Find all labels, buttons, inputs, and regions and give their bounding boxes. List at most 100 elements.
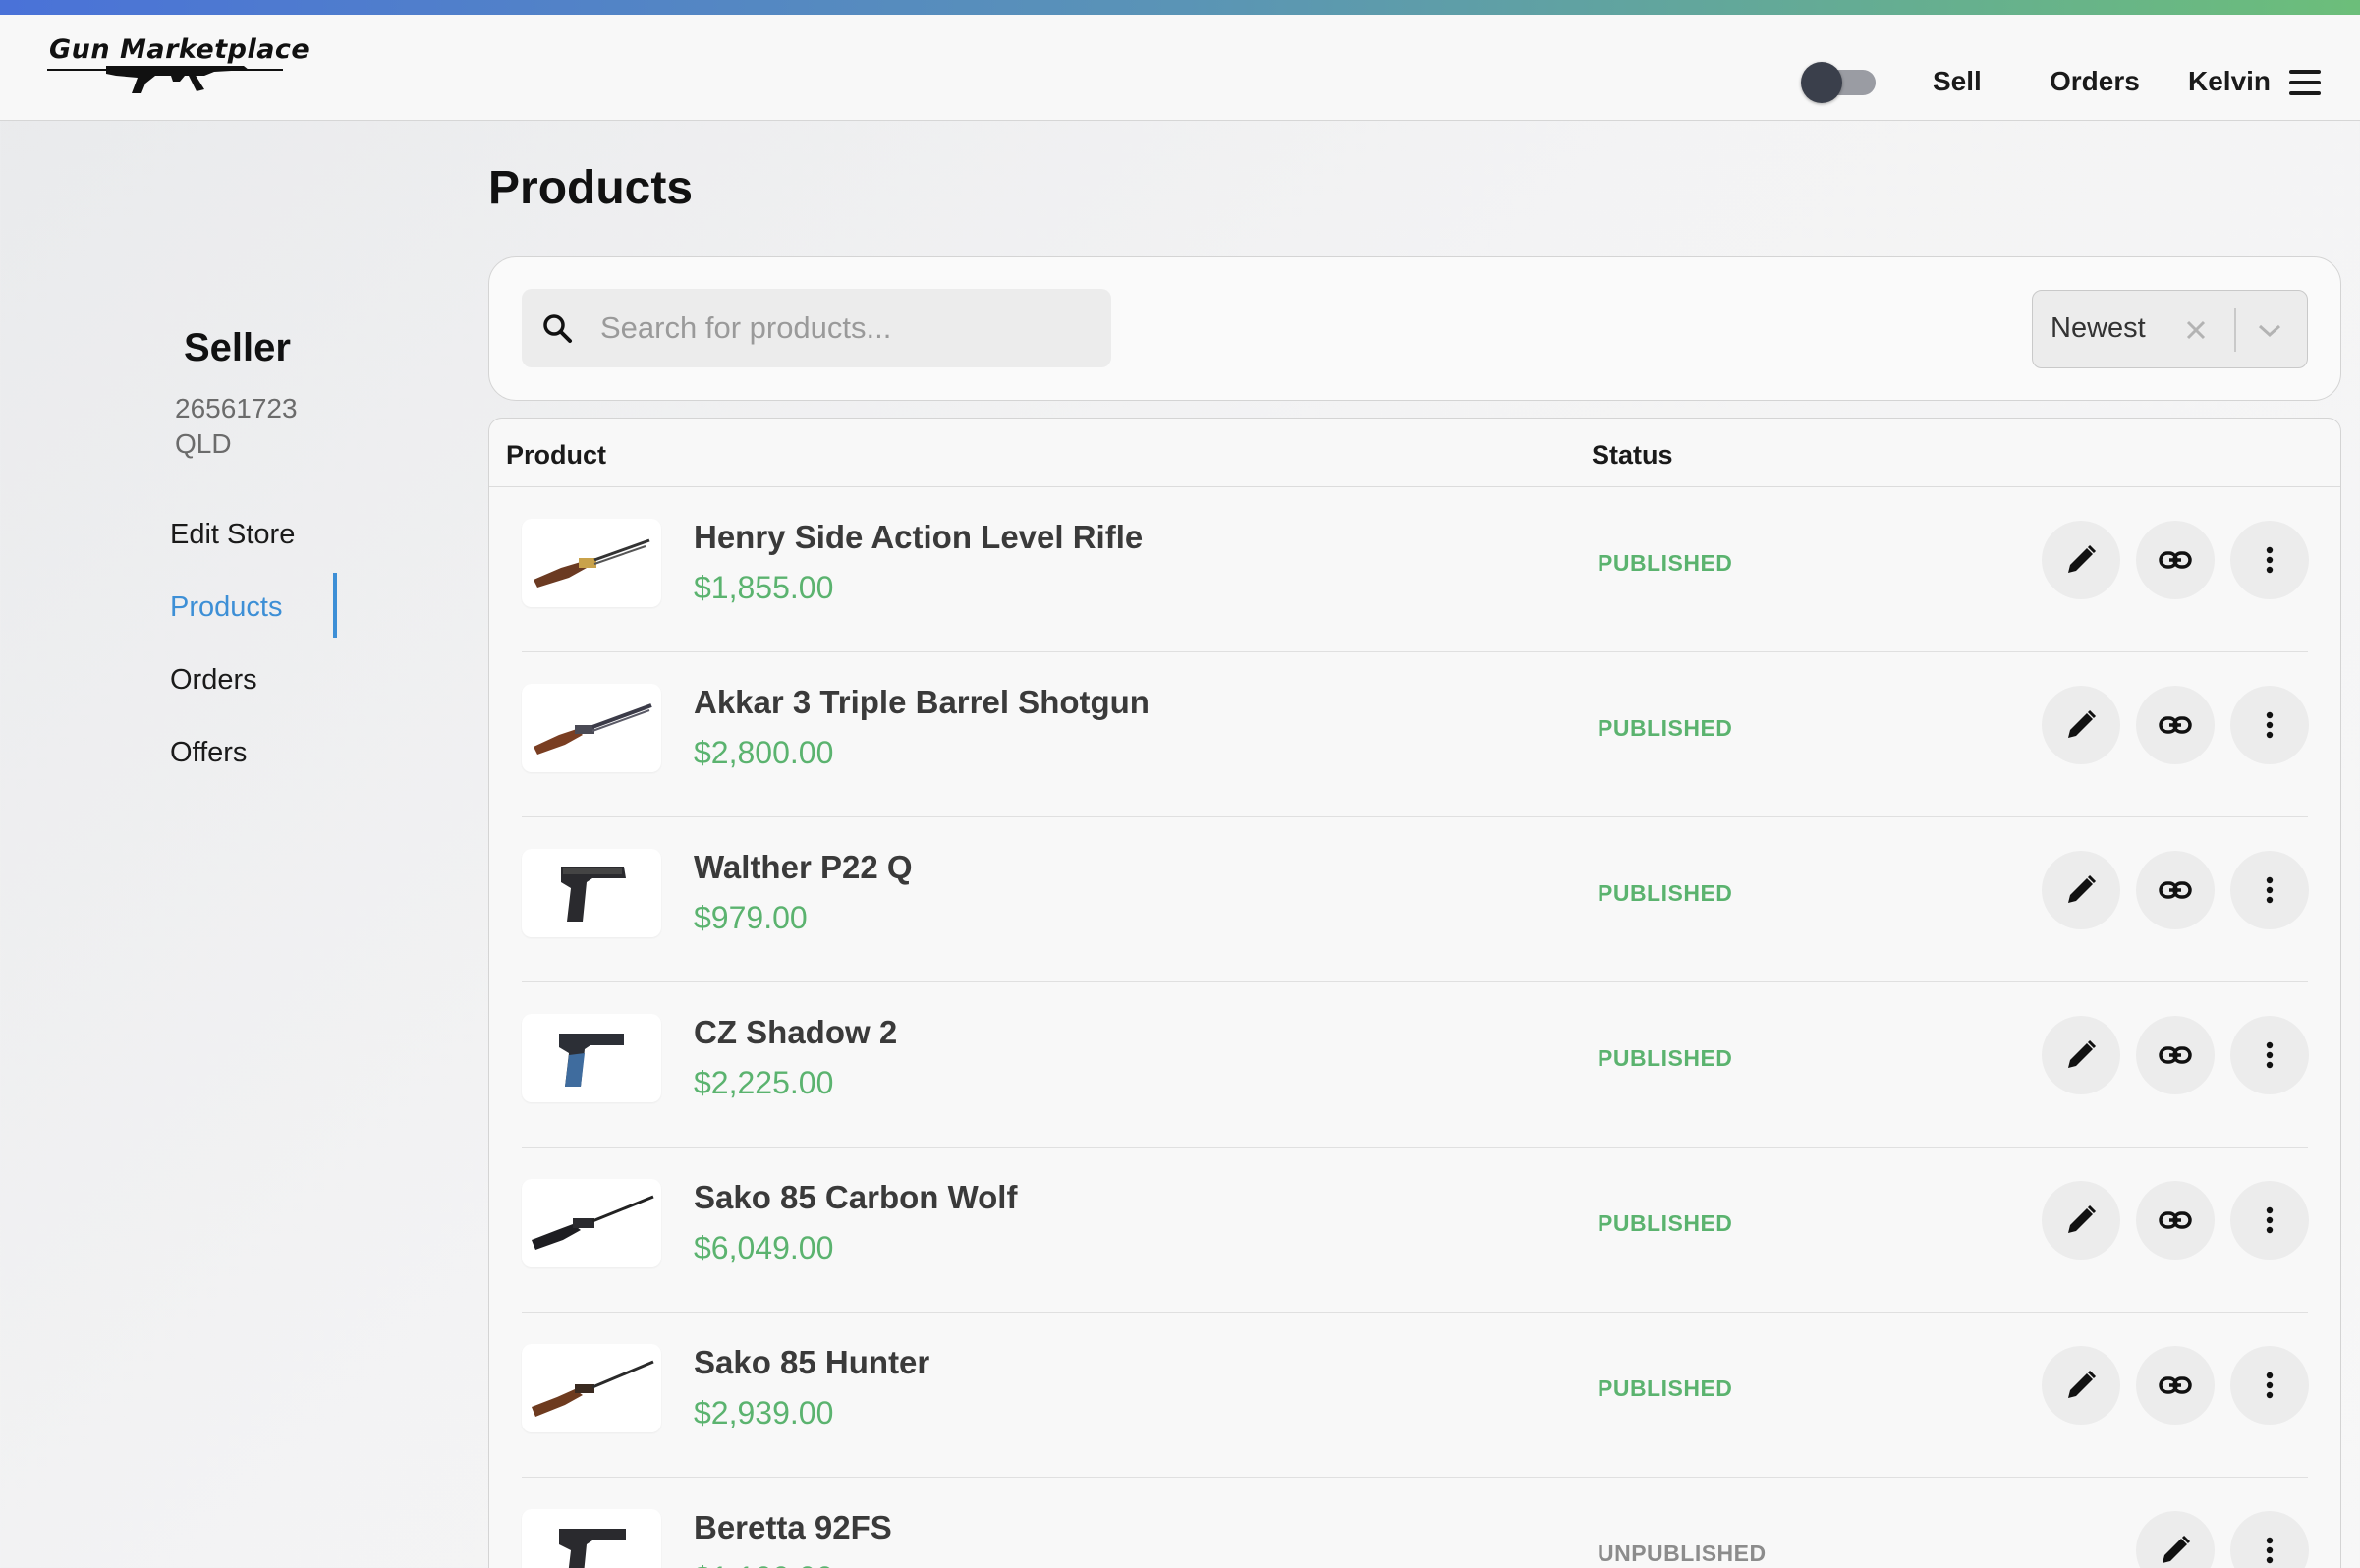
more-vertical-icon [2266, 711, 2274, 739]
copy-link-button[interactable] [2136, 1016, 2215, 1094]
link-icon [2159, 716, 2192, 734]
more-vertical-icon [2266, 1372, 2274, 1399]
pencil-icon [2068, 1370, 2097, 1398]
search-input[interactable] [600, 305, 1092, 352]
product-thumbnail[interactable] [522, 849, 661, 937]
more-options-button[interactable] [2230, 851, 2309, 929]
product-price: $1,100.00 [694, 1560, 833, 1568]
table-row: CZ Shadow 2 $2,225.00 PUBLISHED [489, 982, 2340, 1148]
sidebar-active-indicator [333, 573, 337, 638]
more-vertical-icon [2266, 1041, 2274, 1069]
sidebar-item-orders[interactable]: Orders [170, 664, 257, 697]
sort-select[interactable]: Newest [2032, 290, 2308, 368]
toggle-knob [1801, 62, 1842, 103]
product-price: $1,855.00 [694, 570, 834, 605]
more-vertical-icon [2266, 1206, 2274, 1234]
column-header-status: Status [1592, 440, 1673, 470]
more-vertical-icon [2266, 876, 2274, 904]
seller-id: 26561723 [175, 393, 298, 423]
nav-sell[interactable]: Sell [1933, 64, 1982, 99]
seller-state: QLD [175, 428, 232, 459]
more-vertical-icon [2266, 546, 2274, 574]
chevron-down-icon[interactable] [2255, 318, 2284, 342]
more-vertical-icon [2266, 1537, 2274, 1564]
status-badge: PUBLISHED [1598, 550, 1733, 576]
select-divider [2234, 308, 2236, 352]
copy-link-button[interactable] [2136, 686, 2215, 764]
more-options-button[interactable] [2230, 1016, 2309, 1094]
nav-orders[interactable]: Orders [2050, 64, 2140, 99]
product-thumbnail[interactable] [522, 1014, 661, 1102]
table-row: Henry Side Action Level Rifle $1,855.00 … [489, 487, 2340, 652]
product-name[interactable]: Sako 85 Hunter [694, 1344, 929, 1381]
sidebar-item-offers[interactable]: Offers [170, 737, 247, 769]
more-options-button[interactable] [2230, 521, 2309, 599]
copy-link-button[interactable] [2136, 1346, 2215, 1425]
product-price: $6,049.00 [694, 1230, 834, 1265]
dark-mode-toggle[interactable] [1801, 62, 1878, 103]
edit-button[interactable] [2042, 521, 2120, 599]
pencil-icon [2068, 709, 2097, 738]
nav-user[interactable]: Kelvin [2188, 64, 2271, 99]
sidebar-item-products[interactable]: Products [170, 591, 282, 624]
pencil-icon [2068, 874, 2097, 903]
link-icon [2159, 1046, 2192, 1064]
edit-button[interactable] [2042, 1181, 2120, 1260]
product-thumbnail[interactable] [522, 684, 661, 772]
edit-button[interactable] [2136, 1511, 2215, 1568]
status-badge: PUBLISHED [1598, 715, 1733, 741]
edit-button[interactable] [2042, 851, 2120, 929]
column-header-product: Product [506, 440, 607, 470]
product-name[interactable]: Walther P22 Q [694, 849, 913, 886]
hamburger-menu-icon[interactable] [2289, 70, 2321, 95]
product-name[interactable]: Akkar 3 Triple Barrel Shotgun [694, 684, 1150, 721]
more-options-button[interactable] [2230, 1181, 2309, 1260]
pencil-icon [2068, 544, 2097, 573]
product-price: $2,225.00 [694, 1065, 834, 1100]
status-badge: UNPUBLISHED [1598, 1540, 1767, 1566]
edit-button[interactable] [2042, 1346, 2120, 1425]
edit-button[interactable] [2042, 686, 2120, 764]
sidebar-item-edit-store[interactable]: Edit Store [170, 519, 295, 551]
product-thumbnail[interactable] [522, 1179, 661, 1267]
clear-icon[interactable] [2182, 316, 2210, 344]
filter-panel: Newest [488, 256, 2341, 401]
edit-button[interactable] [2042, 1016, 2120, 1094]
search-box[interactable] [522, 289, 1111, 367]
more-options-button[interactable] [2230, 1346, 2309, 1425]
products-table: Product Status Henry Side Action Level R… [488, 418, 2341, 1568]
copy-link-button[interactable] [2136, 521, 2215, 599]
status-badge: PUBLISHED [1598, 1375, 1733, 1401]
table-row: Sako 85 Hunter $2,939.00 PUBLISHED [489, 1313, 2340, 1478]
product-name[interactable]: Henry Side Action Level Rifle [694, 519, 1143, 556]
product-thumbnail[interactable] [522, 519, 661, 607]
product-price: $2,939.00 [694, 1395, 834, 1430]
product-price: $2,800.00 [694, 735, 834, 770]
table-header: Product Status [489, 419, 2340, 487]
rifle-wood-icon [532, 1360, 654, 1417]
product-price: $979.00 [694, 900, 808, 935]
top-accent-bar [0, 0, 2360, 15]
copy-link-button[interactable] [2136, 1181, 2215, 1260]
product-thumbnail[interactable] [522, 1344, 661, 1432]
search-icon [543, 314, 572, 343]
product-name[interactable]: CZ Shadow 2 [694, 1014, 897, 1051]
product-thumbnail[interactable] [522, 1509, 661, 1568]
product-name[interactable]: Beretta 92FS [694, 1509, 892, 1546]
status-badge: PUBLISHED [1598, 1210, 1733, 1236]
rifle-logo-icon [47, 66, 283, 93]
pistol-icon [559, 1529, 626, 1568]
pistol-icon [561, 867, 626, 922]
logo[interactable]: Gun Marketplace [47, 30, 309, 109]
header: Gun Marketplace Sell Orders Kelvin [0, 15, 2360, 121]
link-icon [2159, 881, 2192, 899]
more-options-button[interactable] [2230, 686, 2309, 764]
sidebar-title: Seller [184, 326, 291, 369]
more-options-button[interactable] [2230, 1511, 2309, 1568]
page-title: Products [488, 162, 694, 214]
copy-link-button[interactable] [2136, 851, 2215, 929]
rifle-brass-icon [534, 538, 650, 588]
table-row: Walther P22 Q $979.00 PUBLISHED [489, 817, 2340, 982]
table-row: Beretta 92FS $1,100.00 UNPUBLISHED [489, 1478, 2340, 1568]
product-name[interactable]: Sako 85 Carbon Wolf [694, 1179, 1017, 1216]
